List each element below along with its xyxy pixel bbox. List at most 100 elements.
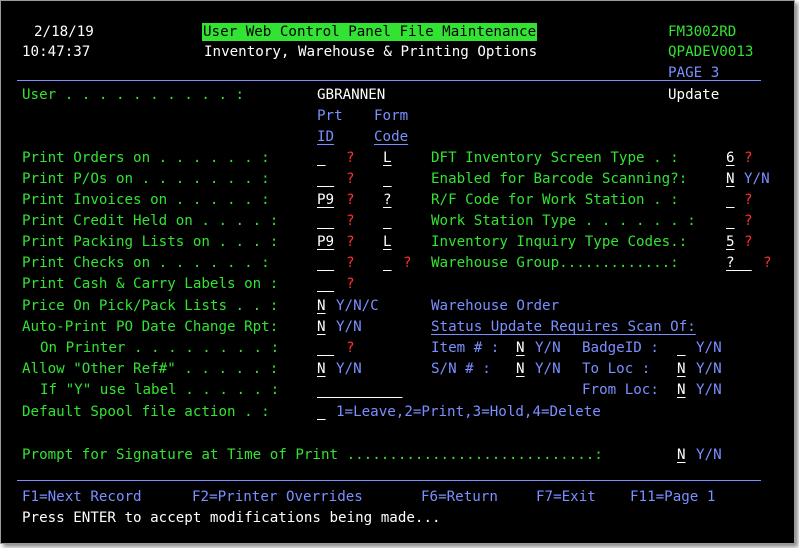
sn-scan-field[interactable]: N [516,360,525,378]
from-loc-scan-hint: Y/N [696,382,722,398]
work-station-type-prompt-icon[interactable]: ? [744,212,753,230]
f2-printer-overrides-key[interactable]: F2=Printer Overrides [192,488,363,506]
badge-scan-hint: Y/N [696,340,722,356]
signature-prompt-label: Prompt for Signature at Time of Print ..… [22,447,603,463]
print-packing-lists-label: Print Packing Lists on . . . : [22,234,279,250]
warehouse-group-label: Warehouse Group.............: [431,255,679,271]
f1-next-record-key[interactable]: F1=Next Record [22,488,142,506]
print-cash-carry-prompt-icon[interactable]: ? [346,275,355,293]
print-checks-prt-id-field[interactable]: __ [317,254,334,272]
if-y-use-label-field[interactable]: __________ [317,381,402,399]
col-header-code: Code [374,129,409,145]
work-station-type-label: Work Station Type . . . . . . : [431,213,696,229]
print-packing-lists-form-field[interactable]: L [383,233,392,251]
user-value: GBRANNEN [317,87,386,103]
barcode-scanning-label: Enabled for Barcode Scanning?: [431,171,688,187]
user-label: User . . . . . . . . . . : [22,87,245,103]
terminal-screen: 2/18/19 10:47:37 User Web Control Panel … [0,0,795,544]
print-orders-prt-id-field[interactable]: _ [317,149,326,167]
print-orders-form-field[interactable]: L [383,149,392,167]
on-printer-field[interactable]: __ [317,339,334,357]
item-scan-field[interactable]: N [516,339,525,357]
print-credit-held-form-field[interactable]: _ [383,212,392,230]
to-loc-scan-label: To Loc : [582,361,651,377]
col-header-prt: Prt [317,108,343,124]
item-scan-hint: Y/N [535,340,561,356]
warehouse-order-heading: Warehouse Order [431,298,560,314]
rf-code-prompt-icon[interactable]: ? [744,191,753,209]
if-y-use-label-label: If "Y" use label . . . . . : [40,382,280,398]
allow-other-ref-label: Allow "Other Ref#" . . . . . : [22,361,279,377]
default-spool-field[interactable]: _ [317,403,326,421]
footer-rule [17,480,761,481]
auto-print-po-label: Auto-Print PO Date Change Rpt: [22,319,279,335]
print-credit-held-prt-id-field[interactable]: __ [317,212,334,230]
mode-indicator: Update [668,87,720,103]
print-pos-prompt-icon[interactable]: ? [346,170,355,188]
to-loc-scan-hint: Y/N [696,361,722,377]
print-checks-label: Print Checks on . . . . . . : [22,255,270,271]
from-loc-scan-field[interactable]: N [677,381,686,399]
work-station-type-field[interactable]: _ [726,212,735,230]
print-invoices-prompt-icon[interactable]: ? [346,191,355,209]
inventory-inquiry-type-field[interactable]: 5 [726,233,735,251]
print-orders-prompt-icon[interactable]: ? [346,149,355,167]
header-rule [17,80,761,81]
print-checks-form-field[interactable]: _ [383,254,392,272]
screen-title: User Web Control Panel File Maintenance [202,23,538,41]
dft-inventory-screen-type-prompt-icon[interactable]: ? [744,149,753,167]
system-time: 10:47:37 [22,44,91,60]
program-name: FM3002RD [668,24,737,40]
allow-other-ref-field[interactable]: N [317,360,326,378]
print-packing-lists-prt-id-field[interactable]: P9 [317,233,334,251]
print-invoices-prt-id-field[interactable]: P9 [317,191,334,209]
dft-inventory-screen-type-label: DFT Inventory Screen Type . : [431,150,679,166]
warehouse-group-field[interactable]: ?__ [726,254,752,272]
status-message: Press ENTER to accept modifications bein… [22,510,441,526]
f11-page1-key[interactable]: F11=Page 1 [630,488,715,506]
dft-inventory-screen-type-field[interactable]: 6 [726,149,735,167]
sn-scan-hint: Y/N [535,361,561,377]
print-invoices-form-field[interactable]: ? [383,191,392,209]
status-update-scan-heading: Status Update Requires Scan Of: [431,319,696,335]
print-invoices-label: Print Invoices on . . . . . : [22,192,270,208]
print-checks-prompt-icon[interactable]: ? [346,254,355,272]
print-cash-carry-prt-id-field[interactable]: __ [317,275,334,293]
rf-code-field[interactable]: _ [726,191,735,209]
signature-prompt-hint: Y/N [696,447,722,463]
barcode-scanning-hint: Y/N [744,171,770,187]
inventory-inquiry-type-prompt-icon[interactable]: ? [744,233,753,251]
badge-scan-label: BadgeID : [582,340,659,356]
badge-scan-field[interactable]: _ [677,339,686,357]
print-pos-prt-id-field[interactable]: __ [317,170,334,188]
barcode-scanning-field[interactable]: N [726,170,735,188]
on-printer-label: On Printer . . . . . . . . : [40,340,280,356]
f7-exit-key[interactable]: F7=Exit [536,488,596,506]
to-loc-scan-field[interactable]: N [677,360,686,378]
default-spool-label: Default Spool file action . : [22,404,270,420]
price-on-pick-hint: Y/N/C [336,298,379,314]
on-printer-prompt-icon[interactable]: ? [346,339,355,357]
rf-code-label: R/F Code for Work Station . : [431,192,679,208]
sn-scan-label: S/N # : [431,361,491,377]
warehouse-group-prompt-icon[interactable]: ? [763,254,772,272]
col-header-id: ID [317,129,335,145]
allow-other-ref-hint: Y/N [336,361,362,377]
auto-print-po-field[interactable]: N [317,318,326,336]
screen-subtitle: Inventory, Warehouse & Printing Options [204,44,538,60]
f6-return-key[interactable]: F6=Return [421,488,498,506]
print-cash-carry-label: Print Cash & Carry Labels on : [22,276,279,292]
system-date: 2/18/19 [34,24,94,40]
price-on-pick-field[interactable]: N [317,297,326,315]
col-header-form: Form [374,108,409,124]
print-orders-label: Print Orders on . . . . . . : [22,150,270,166]
price-on-pick-label: Price On Pick/Pack Lists . . : [22,298,279,314]
print-packing-lists-prompt-icon[interactable]: ? [346,233,355,251]
print-pos-form-field[interactable]: _ [383,170,392,188]
from-loc-scan-label: From Loc: [582,382,659,398]
signature-prompt-field[interactable]: N [677,446,686,464]
print-checks-form-prompt-icon[interactable]: ? [403,254,412,272]
print-credit-held-label: Print Credit Held on . . . . : [22,213,279,229]
print-credit-held-prompt-icon[interactable]: ? [346,212,355,230]
inventory-inquiry-type-label: Inventory Inquiry Type Codes.: [431,234,688,250]
